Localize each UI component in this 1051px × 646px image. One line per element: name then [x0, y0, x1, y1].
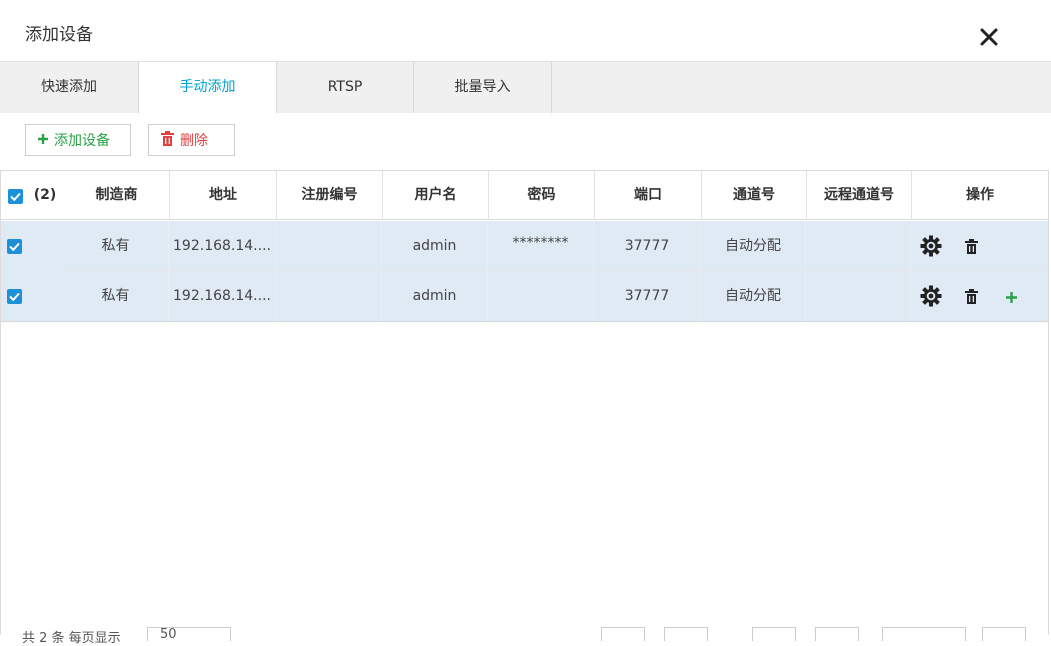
goto-page-button[interactable] — [982, 627, 1026, 641]
cell-password[interactable]: ******** — [488, 221, 594, 271]
dialog-header: 添加设备 — [0, 0, 1051, 60]
header-password: 密码 — [489, 171, 595, 219]
add-device-button[interactable]: 添加设备 — [25, 124, 131, 156]
header-address: 地址 — [170, 171, 277, 219]
header-port: 端口 — [595, 171, 702, 219]
header-username: 用户名 — [383, 171, 489, 219]
delete-button[interactable]: 删除 — [148, 124, 235, 156]
tab-bar: 快速添加 手动添加 RTSP 批量导入 — [0, 61, 1051, 113]
plus-icon — [38, 132, 48, 148]
table-header: (2) 制造商 地址 注册编号 用户名 密码 端口 通道号 远程通道号 操作 — [0, 170, 1049, 220]
tab-batch-import[interactable]: 批量导入 — [414, 62, 552, 113]
tab-rtsp[interactable]: RTSP — [277, 62, 414, 113]
next-page-button[interactable] — [752, 627, 796, 641]
last-page-button[interactable] — [815, 627, 859, 641]
cell-manufacturer: 私有 — [63, 221, 169, 271]
header-reg-no: 注册编号 — [277, 171, 383, 219]
header-channel: 通道号 — [702, 171, 807, 219]
dialog-title: 添加设备 — [25, 25, 93, 45]
gear-icon[interactable] — [920, 285, 942, 311]
row-divider — [0, 321, 1049, 322]
selected-count: (2) — [33, 187, 57, 203]
gear-icon[interactable] — [920, 235, 942, 261]
trash-icon — [161, 130, 174, 150]
header-remote-channel: 远程通道号 — [807, 171, 912, 219]
cell-channel[interactable]: 自动分配 — [701, 271, 806, 321]
cell-username[interactable]: admin — [382, 271, 488, 321]
header-manufacturer: 制造商 — [64, 171, 170, 219]
select-all-checkbox[interactable] — [8, 189, 23, 204]
cell-password[interactable] — [488, 271, 594, 321]
cell-remote-channel[interactable] — [806, 221, 911, 271]
cell-port[interactable]: 37777 — [594, 271, 701, 321]
check-icon — [9, 242, 20, 252]
cell-address: 192.168.14.... — [169, 221, 276, 271]
table-row[interactable]: 私有 192.168.14.... admin 37777 自动分配 — [0, 271, 1049, 321]
check-icon — [10, 192, 21, 202]
cell-manufacturer: 私有 — [63, 271, 169, 321]
cell-username[interactable]: admin — [382, 221, 488, 271]
trash-icon[interactable] — [965, 289, 978, 308]
check-icon — [9, 292, 20, 302]
prev-page-button[interactable] — [664, 627, 708, 641]
tab-quick-add[interactable]: 快速添加 — [0, 62, 139, 113]
delete-label: 删除 — [180, 133, 208, 149]
goto-page-input[interactable] — [882, 627, 966, 641]
row-checkbox[interactable] — [7, 239, 22, 254]
page-size-select[interactable]: 50 — [147, 627, 231, 642]
tab-manual-add[interactable]: 手动添加 — [139, 62, 277, 113]
header-actions: 操作 — [966, 187, 994, 203]
cell-channel[interactable]: 自动分配 — [701, 221, 806, 271]
cell-reg-no[interactable] — [276, 221, 382, 271]
cell-remote-channel[interactable] — [806, 271, 911, 321]
table-row[interactable]: 私有 192.168.14.... admin ******** 37777 自… — [0, 221, 1049, 271]
cell-reg-no[interactable] — [276, 271, 382, 321]
pagination-summary: 共 2 条 每页显示 — [22, 631, 121, 646]
row-checkbox[interactable] — [7, 289, 22, 304]
close-icon — [980, 28, 998, 46]
plus-icon[interactable] — [1006, 291, 1017, 307]
trash-icon[interactable] — [965, 239, 978, 258]
cell-address: 192.168.14.... — [169, 271, 276, 321]
first-page-button[interactable] — [601, 627, 645, 641]
cell-port[interactable]: 37777 — [594, 221, 701, 271]
close-button[interactable] — [978, 26, 1000, 48]
table-border-right — [1048, 220, 1049, 635]
add-device-label: 添加设备 — [54, 133, 110, 149]
table-border-left — [0, 220, 1, 635]
